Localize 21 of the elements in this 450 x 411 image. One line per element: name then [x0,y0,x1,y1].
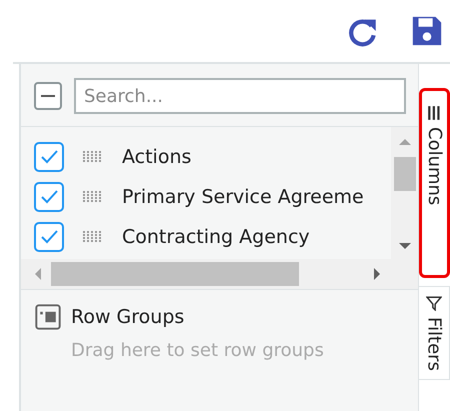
search-field[interactable]: Search... [74,78,406,114]
column-label: Actions [122,146,192,168]
select-all-checkbox[interactable] [34,82,62,110]
drop-hint: Drag here to set row groups [71,340,325,361]
column-label: Primary Service Agreeme [122,186,364,208]
column-checkbox[interactable] [34,182,64,212]
column-label: Contracting Agency [122,226,310,248]
side-tab[interactable]: Columns [419,88,450,278]
save-icon[interactable] [410,14,444,48]
column-checkbox[interactable] [34,222,64,252]
filter-icon [426,295,442,311]
row-groups-icon [35,304,61,330]
columns-icon [426,105,442,121]
horizontal-scrollbar[interactable] [21,259,418,290]
drag-handle-icon[interactable] [83,231,104,243]
drag-handle-icon[interactable] [83,151,104,163]
row-groups-title: Row Groups [71,306,184,328]
drag-handle-icon[interactable] [83,191,104,203]
side-tab[interactable]: Filters [419,286,450,380]
vertical-scrollbar[interactable] [391,127,418,259]
column-checkbox[interactable] [34,142,64,172]
